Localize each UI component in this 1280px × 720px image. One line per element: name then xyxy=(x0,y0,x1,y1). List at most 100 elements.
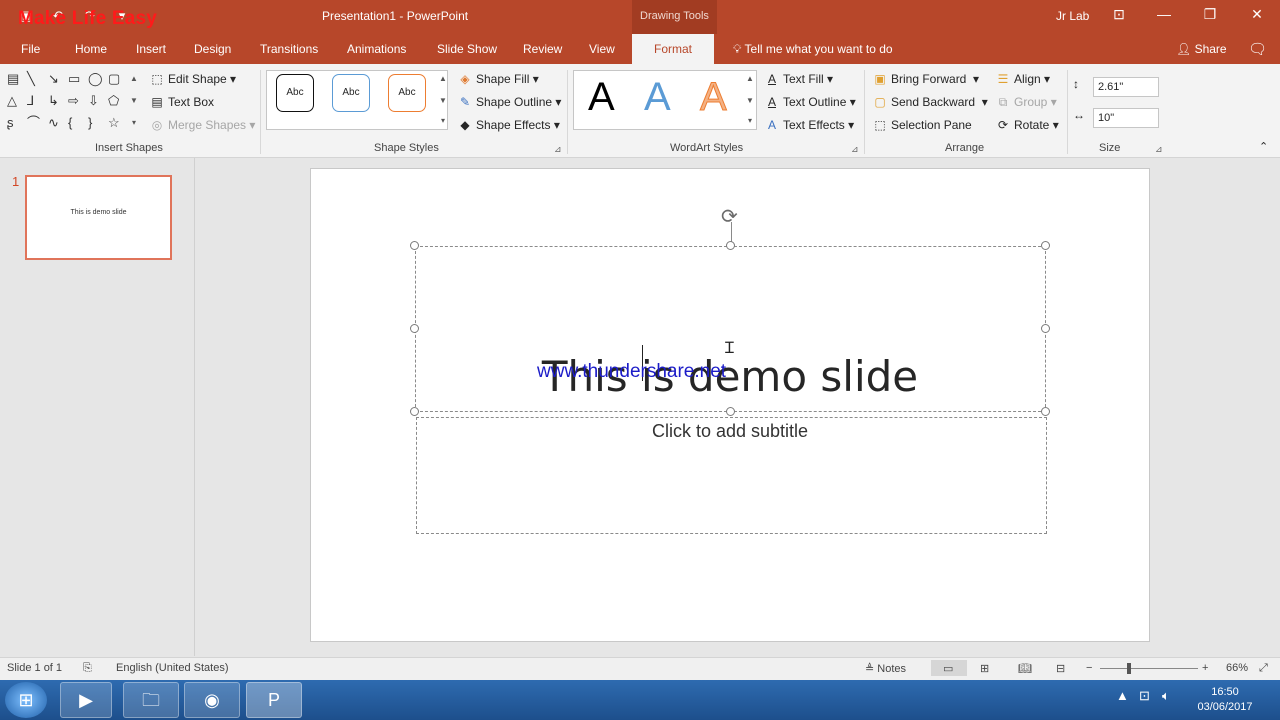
rectangle-shape-icon[interactable]: ▭ xyxy=(68,72,80,86)
tab-format[interactable]: Format xyxy=(632,34,715,65)
reading-view-icon[interactable]: 📖︎ xyxy=(1018,662,1032,675)
triangle-shape-icon[interactable]: △ xyxy=(7,94,17,108)
send-backward-button[interactable]: ▢ Send Backward ▾ xyxy=(872,95,987,109)
right-arrow-shape-icon[interactable]: ⇨ xyxy=(68,94,79,108)
zoom-out-button[interactable]: − xyxy=(1086,662,1092,674)
scribble-shape-icon[interactable]: ʂ xyxy=(7,116,14,130)
wordart-style-black[interactable]: A xyxy=(588,77,615,117)
wordart-style-orange[interactable]: A xyxy=(700,77,728,118)
merge-shapes-button[interactable]: ◎ Merge Shapes ▾ xyxy=(149,118,256,132)
system-clock[interactable]: 16:50 03/06/2017 xyxy=(1182,685,1268,715)
shape-fill-button[interactable]: ◈ Shape Fill ▾ xyxy=(457,72,538,86)
wordart-more[interactable]: ▾ xyxy=(744,116,756,125)
down-arrow-shape-icon[interactable]: ⇩ xyxy=(88,94,99,108)
share-button[interactable]: 👤︎ Share xyxy=(1176,42,1227,56)
zoom-slider[interactable] xyxy=(1100,668,1198,669)
collapse-ribbon-icon[interactable]: ⌃ xyxy=(1259,140,1268,153)
arrow-line-shape-icon[interactable]: ↘ xyxy=(48,72,59,86)
elbow-arrow-shape-icon[interactable]: ↳ xyxy=(48,94,59,108)
shape-styles-dialog-launcher[interactable]: ⊿ xyxy=(554,144,562,155)
tell-me-search[interactable]: 💡︎ Tell me what you want to do xyxy=(733,42,893,57)
normal-view-icon[interactable]: ▭ xyxy=(943,662,953,675)
spelling-check-icon[interactable]: ⎘ xyxy=(83,662,92,675)
restore-button[interactable]: ❐ xyxy=(1200,6,1220,23)
shape-effects-button[interactable]: ◆ Shape Effects ▾ xyxy=(457,118,559,132)
curve-shape-icon[interactable]: ∿ xyxy=(48,116,59,130)
freeform-shape-icon[interactable]: ⬠ xyxy=(108,94,119,108)
resize-handle-left[interactable] xyxy=(410,324,419,333)
close-button[interactable]: ✕ xyxy=(1247,6,1267,23)
resize-handle-top[interactable] xyxy=(726,241,735,250)
shape-outline-button[interactable]: ✎ Shape Outline ▾ xyxy=(457,95,561,109)
shape-style-blue[interactable]: Abc xyxy=(332,74,370,112)
slide-canvas[interactable]: ⟳ This is demo slide www.thundershare.ne… xyxy=(310,168,1150,642)
user-name[interactable]: Jr Lab xyxy=(1056,9,1089,23)
align-button[interactable]: ☰ Align ▾ xyxy=(995,72,1050,86)
tab-animations[interactable]: Animations xyxy=(347,42,406,56)
line-shape-icon[interactable]: ╲ xyxy=(27,72,35,86)
tab-transitions[interactable]: Transitions xyxy=(260,42,318,56)
group-button[interactable]: ⧉ Group ▾ xyxy=(995,95,1057,110)
text-fill-button[interactable]: A Text Fill ▾ xyxy=(764,72,833,86)
slide-title-text[interactable]: This is demo slide xyxy=(311,352,1149,401)
shapes-gallery-scroll-down[interactable]: ▼ xyxy=(128,96,140,105)
wordart-style-blue[interactable]: A xyxy=(644,77,671,117)
zoom-slider-thumb[interactable] xyxy=(1127,663,1131,674)
network-icon[interactable]: ⊡ xyxy=(1139,688,1150,704)
rotate-button[interactable]: ⟳ Rotate ▾ xyxy=(995,118,1059,132)
shape-styles-scroll-up[interactable]: ▲ xyxy=(437,74,449,83)
resize-handle-bottom[interactable] xyxy=(726,407,735,416)
size-dialog-launcher[interactable]: ⊿ xyxy=(1155,144,1163,155)
arc-shape-icon[interactable]: ⌒ xyxy=(27,116,40,130)
shape-width-input[interactable]: 10" xyxy=(1093,108,1159,128)
language-status[interactable]: English (United States) xyxy=(116,662,229,674)
shape-height-input[interactable]: 2.61" xyxy=(1093,77,1159,97)
textbox-shape-icon[interactable]: ▤ xyxy=(7,72,19,86)
shape-style-orange[interactable]: Abc xyxy=(388,74,426,112)
slide-sorter-view-icon[interactable]: ⊞ xyxy=(980,662,989,675)
shapes-gallery[interactable]: ▤ ╲ ↘ ▭ ◯ ▢ △ ⅃ ↳ ⇨ ⇩ ⬠ ʂ ⌒ ∿ { } ☆ xyxy=(5,72,140,134)
wordart-dialog-launcher[interactable]: ⊿ xyxy=(851,144,859,155)
fit-slide-icon[interactable]: ⤢ xyxy=(1259,662,1268,675)
notes-button[interactable]: ≜ Notes xyxy=(865,662,906,675)
tab-view[interactable]: View xyxy=(589,42,615,56)
selection-pane-button[interactable]: ⬚ Selection Pane xyxy=(872,118,971,132)
tab-insert[interactable]: Insert xyxy=(136,42,166,56)
text-effects-button[interactable]: A Text Effects ▾ xyxy=(764,118,854,132)
minimize-button[interactable]: — xyxy=(1154,6,1174,22)
shapes-gallery-more[interactable]: ▾ xyxy=(128,118,140,127)
resize-handle-top-left[interactable] xyxy=(410,241,419,250)
slide-thumbnail[interactable]: This is demo slide xyxy=(25,175,172,260)
elbow-connector-shape-icon[interactable]: ⅃ xyxy=(27,94,34,108)
star-shape-icon[interactable]: ☆ xyxy=(108,116,120,130)
tab-review[interactable]: Review xyxy=(523,42,562,56)
resize-handle-bottom-right[interactable] xyxy=(1041,407,1050,416)
comments-icon[interactable]: 🗨︎ xyxy=(1248,40,1267,58)
wordart-scroll-up[interactable]: ▲ xyxy=(744,74,756,83)
tab-home[interactable]: Home xyxy=(75,42,107,56)
resize-handle-bottom-left[interactable] xyxy=(410,407,419,416)
zoom-in-button[interactable]: + xyxy=(1202,662,1208,674)
start-button-icon[interactable]: ⊞ xyxy=(5,682,47,718)
shape-style-black[interactable]: Abc xyxy=(276,74,314,112)
chrome-taskbar-icon[interactable]: ◉ xyxy=(184,682,240,718)
shape-styles-more[interactable]: ▾ xyxy=(437,116,449,125)
wordart-scroll-down[interactable]: ▼ xyxy=(744,96,756,105)
rotate-handle-icon[interactable]: ⟳ xyxy=(721,204,738,229)
text-box-button[interactable]: ▤ Text Box xyxy=(149,95,214,109)
left-brace-shape-icon[interactable]: { xyxy=(68,116,72,130)
right-brace-shape-icon[interactable]: } xyxy=(88,116,92,130)
shape-styles-scroll-down[interactable]: ▼ xyxy=(437,96,449,105)
oval-shape-icon[interactable]: ◯ xyxy=(88,72,103,86)
tab-design[interactable]: Design xyxy=(194,42,231,56)
powerpoint-taskbar-icon[interactable]: P xyxy=(246,682,302,718)
zoom-level[interactable]: 66% xyxy=(1226,662,1248,674)
resize-handle-right[interactable] xyxy=(1041,324,1050,333)
subtitle-placeholder-text[interactable]: Click to add subtitle xyxy=(311,421,1149,442)
slide-show-view-icon[interactable]: ⊟ xyxy=(1056,662,1065,675)
tab-file[interactable]: File xyxy=(21,42,40,56)
ribbon-display-options-icon[interactable]: ⊡ xyxy=(1109,6,1129,23)
volume-icon[interactable]: 🔈︎ xyxy=(1162,688,1170,704)
bring-forward-button[interactable]: ▣ Bring Forward ▾ xyxy=(872,72,979,86)
file-explorer-taskbar-icon[interactable]: 🗀︎ xyxy=(123,682,179,718)
